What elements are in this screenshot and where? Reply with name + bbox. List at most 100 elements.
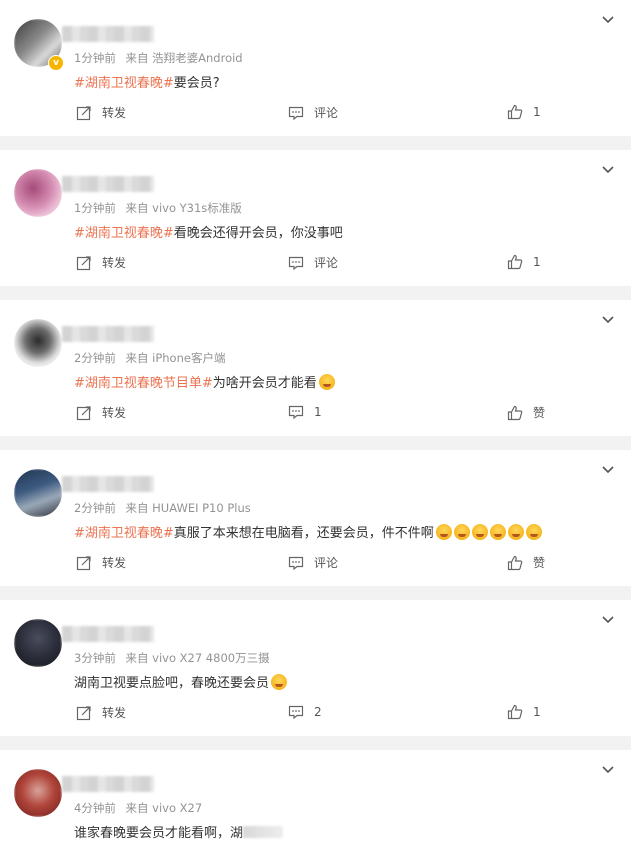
- comment-count: 1: [314, 405, 322, 419]
- avatar[interactable]: [14, 619, 62, 667]
- post-meta: 1分钟前 来自 浩翔老婆Android: [74, 50, 249, 66]
- post-source: 来自 iPhone客户端: [125, 351, 226, 365]
- post-time: 1分钟前: [74, 51, 116, 65]
- laughing-emoji-icon: [525, 524, 542, 540]
- like-button[interactable]: 1: [507, 104, 541, 120]
- chevron-down-icon[interactable]: [601, 462, 615, 476]
- comment-button[interactable]: 评论: [288, 554, 338, 571]
- username-redacted[interactable]: [62, 476, 154, 492]
- like-button[interactable]: 1: [507, 254, 541, 270]
- comment-card: 3分钟前 来自 vivo X27 4800万三摄 湖南卫视要点脸吧，春晚还要会员…: [0, 600, 631, 736]
- comment-button[interactable]: 评论: [288, 254, 338, 271]
- crying-emoji-icon: [318, 374, 335, 390]
- thumbs-up-icon: [507, 405, 523, 420]
- post-source: 来自 HUAWEI P10 Plus: [125, 501, 251, 515]
- like-button[interactable]: 赞: [507, 554, 545, 571]
- repost-icon: [76, 555, 91, 570]
- username-redacted[interactable]: [62, 626, 154, 642]
- post-content: #湖南卫视春晚#要会员?: [74, 72, 220, 91]
- emoji-icon: [435, 524, 452, 540]
- post-source: 来自 vivo X27 4800万三摄: [125, 651, 270, 665]
- action-bar: 转发 评论 1: [0, 250, 631, 282]
- username-redacted[interactable]: [62, 26, 154, 42]
- like-button[interactable]: 赞: [507, 404, 545, 421]
- repost-button[interactable]: 转发: [76, 254, 126, 271]
- avatar[interactable]: [14, 319, 62, 367]
- like-count: 1: [533, 105, 541, 119]
- chevron-down-icon[interactable]: [601, 162, 615, 176]
- post-content: 谁家春晚要会员才能看啊，湖: [74, 822, 284, 841]
- comment-count: 评论: [314, 556, 339, 570]
- post-time: 2分钟前: [74, 501, 116, 515]
- chevron-down-icon[interactable]: [601, 762, 615, 776]
- thumbs-up-icon: [507, 555, 523, 570]
- post-content: #湖南卫视春晚#看晚会还得开会员，你没事吧: [74, 222, 343, 241]
- repost-button[interactable]: 转发: [76, 104, 126, 121]
- topic-link[interactable]: #湖南卫视春晚#: [74, 76, 174, 91]
- post-text: 真服了本来想在电脑看，还要会员，件不件啊: [173, 526, 434, 541]
- chevron-down-icon[interactable]: [601, 12, 615, 26]
- emoji-icon: [471, 524, 488, 540]
- repost-button[interactable]: 转发: [76, 404, 126, 421]
- post-content: #湖南卫视春晚#真服了本来想在电脑看，还要会员，件不件啊: [74, 522, 542, 541]
- thumbs-up-icon: [507, 254, 523, 270]
- repost-icon: [76, 405, 91, 420]
- post-time: 2分钟前: [74, 351, 116, 365]
- comment-button[interactable]: 1: [288, 404, 322, 420]
- topic-link[interactable]: #湖南卫视春晚#: [74, 526, 174, 541]
- chevron-down-icon[interactable]: [601, 612, 615, 626]
- post-meta: 4分钟前 来自 vivo X27: [74, 800, 208, 816]
- topic-link[interactable]: #湖南卫视春晚节目单#: [74, 376, 213, 391]
- repost-button[interactable]: 转发: [76, 704, 126, 721]
- repost-label: 转发: [102, 556, 127, 570]
- topic-link[interactable]: #湖南卫视春晚#: [74, 226, 174, 241]
- comment-icon: [288, 405, 304, 420]
- laughing-emoji-icon: [507, 524, 524, 540]
- post-text: 为啥开会员才能看: [212, 376, 317, 391]
- post-time: 3分钟前: [74, 651, 116, 665]
- post-time: 4分钟前: [74, 801, 116, 815]
- post-source: 来自 vivo Y31s标准版: [125, 201, 242, 215]
- like-button[interactable]: 1: [507, 704, 541, 720]
- emoji-icon: [489, 524, 506, 540]
- like-count: 赞: [533, 406, 546, 420]
- like-count: 赞: [533, 556, 546, 570]
- username-redacted[interactable]: [62, 776, 154, 792]
- post-meta: 2分钟前 来自 iPhone客户端: [74, 350, 231, 366]
- verified-badge-icon: v: [48, 55, 64, 71]
- repost-icon: [76, 105, 91, 120]
- emoji-icon: [453, 524, 470, 540]
- post-meta: 2分钟前 来自 HUAWEI P10 Plus: [74, 500, 257, 516]
- chevron-down-icon[interactable]: [601, 312, 615, 326]
- post-content: #湖南卫视春晚节目单#为啥开会员才能看: [74, 372, 335, 391]
- comment-card: v 1分钟前 来自 浩翔老婆Android #湖南卫视春晚#要会员? 转发 评论…: [0, 0, 631, 136]
- comment-button[interactable]: 评论: [288, 104, 338, 121]
- repost-label: 转发: [102, 256, 127, 270]
- avatar[interactable]: [14, 769, 62, 817]
- action-bar: 转发 评论 1: [0, 100, 631, 132]
- comment-feed: v 1分钟前 来自 浩翔老婆Android #湖南卫视春晚#要会员? 转发 评论…: [0, 0, 631, 850]
- comment-count: 评论: [314, 106, 339, 120]
- repost-label: 转发: [102, 406, 127, 420]
- repost-icon: [76, 255, 91, 270]
- username-redacted[interactable]: [62, 176, 154, 192]
- comment-card: 2分钟前 来自 HUAWEI P10 Plus #湖南卫视春晚#真服了本来想在电…: [0, 450, 631, 586]
- like-count: 1: [533, 705, 541, 719]
- action-bar: 转发 评论 赞: [0, 550, 631, 582]
- repost-button[interactable]: 转发: [76, 554, 126, 571]
- crying-emoji-icon: [271, 674, 288, 690]
- avatar[interactable]: [14, 169, 62, 217]
- post-text: 看晚会还得开会员，你没事吧: [173, 226, 343, 241]
- redacted-text: [243, 826, 284, 838]
- action-bar: 转发 1 赞: [0, 400, 631, 432]
- repost-icon: [76, 705, 91, 720]
- avatar[interactable]: [14, 469, 62, 517]
- post-text: 湖南卫视要点脸吧，春晚还要会员: [74, 676, 270, 691]
- username-redacted[interactable]: [62, 326, 154, 342]
- comment-button[interactable]: 2: [288, 704, 322, 720]
- comment-icon: [288, 705, 304, 720]
- thumbs-up-icon: [507, 704, 523, 720]
- post-meta: 1分钟前 来自 vivo Y31s标准版: [74, 200, 248, 216]
- comment-count: 2: [314, 705, 322, 719]
- comment-card: 1分钟前 来自 vivo Y31s标准版 #湖南卫视春晚#看晚会还得开会员，你没…: [0, 150, 631, 286]
